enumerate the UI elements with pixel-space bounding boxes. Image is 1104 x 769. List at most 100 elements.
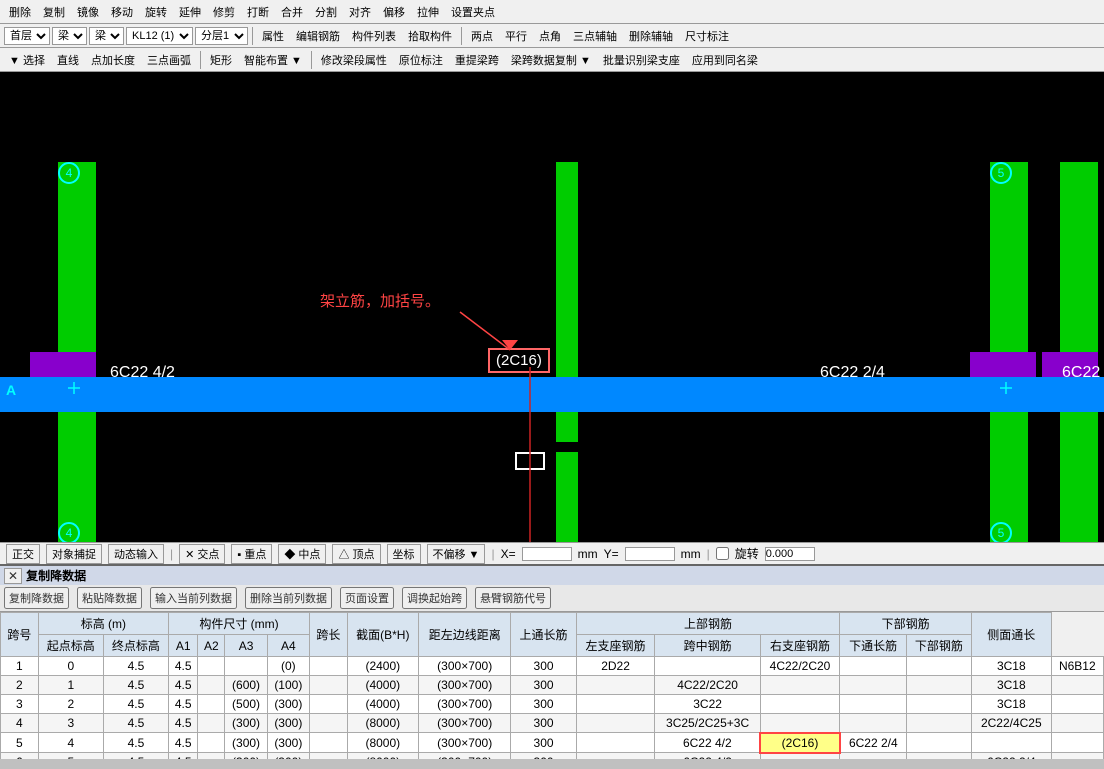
cantilever-code-btn[interactable]: 悬臂钢筋代号 xyxy=(475,587,551,609)
snap-btn[interactable]: 对象捕捉 xyxy=(46,544,102,564)
rotate-checkbox[interactable] xyxy=(716,547,729,560)
th-xt: 下通长筋 xyxy=(840,635,907,657)
three-arc-btn[interactable]: 三点画弧 xyxy=(142,50,196,70)
th-zd: 终点标高 xyxy=(103,635,168,657)
fen-select[interactable]: 分层1 xyxy=(195,27,248,45)
swap-span-btn[interactable]: 调换起始跨 xyxy=(402,587,467,609)
mirror-btn[interactable]: 镜像 xyxy=(72,2,104,22)
td-a1 xyxy=(198,753,225,760)
vertex-btn[interactable]: △ 顶点 xyxy=(332,544,380,564)
td-xb: 3C18 xyxy=(971,657,1051,676)
td-xt xyxy=(906,753,971,760)
two-point-btn[interactable]: 两点 xyxy=(466,26,498,46)
paste-data-btn[interactable]: 粘贴降数据 xyxy=(77,587,142,609)
select-btn[interactable]: ▼ 选择 xyxy=(4,50,50,70)
endpoint-btn[interactable]: ▪ 重点 xyxy=(231,544,272,564)
setpoint-btn[interactable]: 设置夹点 xyxy=(446,2,500,22)
data-table: 跨号 标高 (m) 构件尺寸 (mm) 跨长 截面(B*H) 距左边线距离 上通… xyxy=(0,612,1104,759)
th-a4: A4 xyxy=(267,635,309,657)
td-qd: 4.5 xyxy=(103,676,168,695)
smart-layout-btn[interactable]: 智能布置 ▼ xyxy=(239,50,307,70)
copy-span-btn[interactable]: 梁跨数据复制 ▼ xyxy=(506,50,596,70)
rotate-btn[interactable]: 旋转 xyxy=(140,2,172,22)
align-btn[interactable]: 对齐 xyxy=(344,2,376,22)
y-label: Y= xyxy=(604,547,619,561)
table-row: 6 5 4.5 4.5 (300) (300) (8000) (300×700)… xyxy=(1,753,1104,760)
apply-same-btn[interactable]: 应用到同名梁 xyxy=(687,50,763,70)
td-a1 xyxy=(198,714,225,733)
rotate-input[interactable] xyxy=(765,547,815,561)
toolbar3: ▼ 选择 直线 点加长度 三点画弧 矩形 智能布置 ▼ 修改梁段属性 原位标注 … xyxy=(0,48,1104,72)
column-3 xyxy=(556,452,578,542)
beam-text-left: 6C22 4/2 xyxy=(110,364,175,382)
copy-btn[interactable]: 复制 xyxy=(38,2,70,22)
th-kz: 跨中钢筋 xyxy=(655,635,760,657)
coord-btn[interactable]: 坐标 xyxy=(387,544,421,564)
parallel-btn[interactable]: 平行 xyxy=(500,26,532,46)
reextract-span-btn[interactable]: 重提梁跨 xyxy=(450,50,504,70)
copy-data-btn[interactable]: 复制降数据 xyxy=(4,587,69,609)
input-col-btn[interactable]: 输入当前列数据 xyxy=(150,587,237,609)
x-label: X= xyxy=(501,547,516,561)
stretch-btn[interactable]: 拉伸 xyxy=(412,2,444,22)
pick-component-btn[interactable]: 拾取构件 xyxy=(403,26,457,46)
td-a1 xyxy=(198,657,225,676)
td-kz: 4C22/2C20 xyxy=(760,657,840,676)
td-zd: 4.5 xyxy=(169,753,198,760)
trim-btn[interactable]: 修剪 xyxy=(208,2,240,22)
move-btn[interactable]: 移动 xyxy=(106,2,138,22)
td-a4 xyxy=(309,753,347,760)
delete-btn[interactable]: 删除 xyxy=(4,2,36,22)
cad-canvas[interactable]: 4 4 5 5 A 6C22 4/2 6C22 2/4 6C22 (2C16) … xyxy=(0,72,1104,542)
th-a1: A1 xyxy=(169,635,198,657)
type2-select[interactable]: 梁 xyxy=(89,27,124,45)
selection-box xyxy=(515,452,545,470)
inplace-mark-btn[interactable]: 原位标注 xyxy=(394,50,448,70)
offset-btn[interactable]: 偏移 xyxy=(378,2,410,22)
three-point-aux-btn[interactable]: 三点辅轴 xyxy=(568,26,622,46)
td-cm xyxy=(1051,714,1103,733)
td-seq: 6 xyxy=(1,753,39,760)
th-qd: 起点标高 xyxy=(38,635,103,657)
layer-select[interactable]: 首层 xyxy=(4,27,50,45)
type1-select[interactable]: 梁 xyxy=(52,27,87,45)
dynamic-input-btn[interactable]: 动态输入 xyxy=(108,544,164,564)
ortho-btn[interactable]: 正交 xyxy=(6,544,40,564)
del-aux-btn[interactable]: 删除辅轴 xyxy=(624,26,678,46)
status-bar: 正交 对象捕捉 动态输入 | ✕ 交点 ▪ 重点 ◆ 中点 △ 顶点 坐标 不偏… xyxy=(0,542,1104,564)
merge-btn[interactable]: 合并 xyxy=(276,2,308,22)
point-len-btn[interactable]: 点加长度 xyxy=(86,50,140,70)
intersect-btn[interactable]: ✕ 交点 xyxy=(179,544,225,564)
td-a3: (300) xyxy=(267,733,309,753)
del-col-btn[interactable]: 删除当前列数据 xyxy=(245,587,332,609)
table-container[interactable]: 跨号 标高 (m) 构件尺寸 (mm) 跨长 截面(B*H) 距左边线距离 上通… xyxy=(0,612,1104,759)
no-offset-btn[interactable]: 不偏移 ▼ xyxy=(427,544,486,564)
batch-id-btn[interactable]: 批量识别梁支座 xyxy=(598,50,685,70)
y-input[interactable] xyxy=(625,547,675,561)
line-btn[interactable]: 直线 xyxy=(52,50,84,70)
td-zz: 6C22 4/2 xyxy=(655,733,760,753)
modify-seg-btn[interactable]: 修改梁段属性 xyxy=(316,50,392,70)
extend-btn[interactable]: 延伸 xyxy=(174,2,206,22)
td-seq: 3 xyxy=(1,695,39,714)
dim-btn[interactable]: 尺寸标注 xyxy=(680,26,734,46)
component-list-btn[interactable]: 构件列表 xyxy=(347,26,401,46)
page-setup-btn[interactable]: 页面设置 xyxy=(340,587,394,609)
panel-close-btn[interactable]: ✕ xyxy=(4,568,22,584)
td-st xyxy=(576,676,655,695)
td-jl: 300 xyxy=(511,733,576,753)
rect-btn[interactable]: 矩形 xyxy=(205,50,237,70)
attr-btn[interactable]: 属性 xyxy=(257,26,289,46)
point-angle-btn[interactable]: 点角 xyxy=(534,26,566,46)
midpoint-btn[interactable]: ◆ 中点 xyxy=(278,544,326,564)
td-kh2: 1 xyxy=(38,676,103,695)
td-qd: 4.5 xyxy=(103,753,168,760)
td-cm xyxy=(1051,676,1103,695)
td-a2: (500) xyxy=(225,695,267,714)
edit-rebar-btn[interactable]: 编辑钢筋 xyxy=(291,26,345,46)
break-btn[interactable]: 打断 xyxy=(242,2,274,22)
split-btn[interactable]: 分割 xyxy=(310,2,342,22)
kl-select[interactable]: KL12 (1) xyxy=(126,27,193,45)
th-st: 上通长筋 xyxy=(511,613,576,657)
x-input[interactable] xyxy=(522,547,572,561)
